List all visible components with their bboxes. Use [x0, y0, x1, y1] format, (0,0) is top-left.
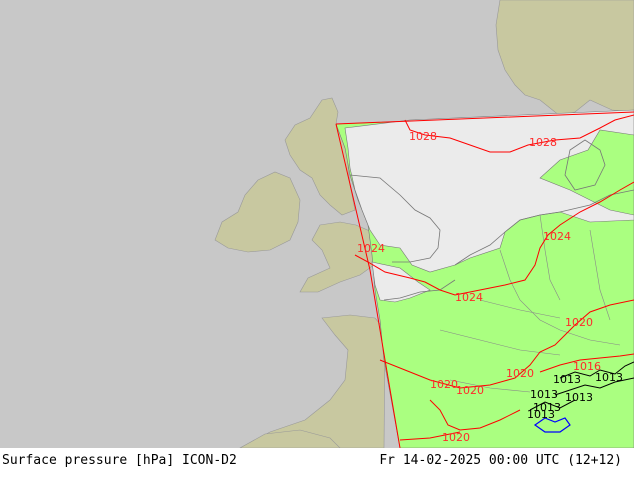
- isobar-label: 1013: [595, 371, 623, 384]
- isobar-label: 1020: [565, 316, 593, 329]
- isobar-label: 1013: [530, 388, 558, 401]
- isobar-label: 1013: [553, 373, 581, 386]
- valid-time-label: Fr 14-02-2025 00:00 UTC (12+12): [379, 453, 622, 468]
- isobar-label: 1028: [409, 130, 437, 143]
- isobar-label: 1020: [506, 367, 534, 380]
- product-label: Surface pressure [hPa] ICON-D2: [2, 453, 237, 468]
- isobar-label: 1028: [529, 136, 557, 149]
- isobar-label: 1024: [543, 230, 571, 243]
- isobar-label: 1020: [430, 378, 458, 391]
- isobar-label: 1020: [456, 384, 484, 397]
- isobar-label: 1024: [357, 242, 385, 255]
- isobar-label: 1013: [527, 408, 555, 421]
- map-footer: Surface pressure [hPa] ICON-D2 Fr 14-02-…: [0, 448, 634, 490]
- weather-map: 1028 1028 1024 1024 1024 1020 1016 1013 …: [0, 0, 634, 448]
- isobar-label: 1013: [565, 391, 593, 404]
- isobar-label: 1024: [455, 291, 483, 304]
- isobar-label: 1020: [442, 431, 470, 444]
